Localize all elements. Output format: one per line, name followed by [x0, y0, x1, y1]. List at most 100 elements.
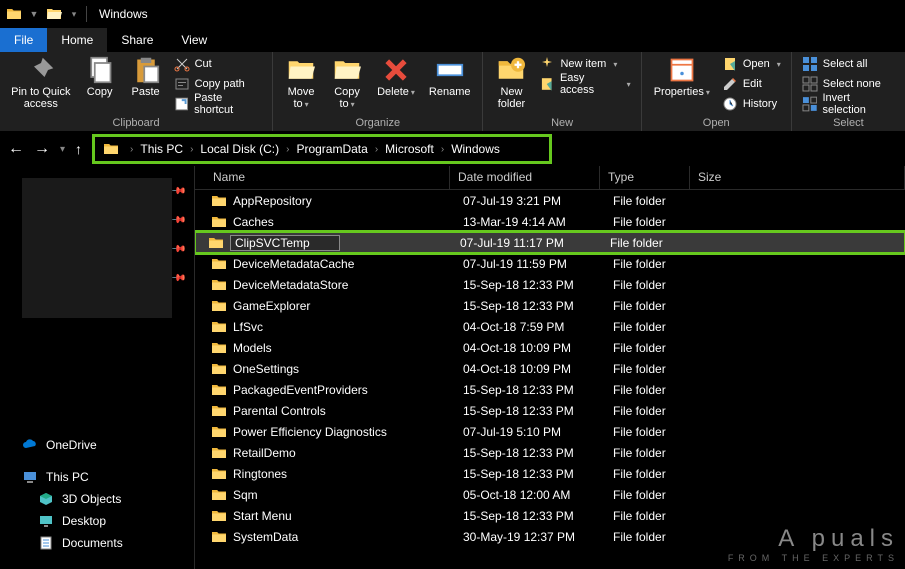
new-folder-button[interactable]: New folder — [489, 54, 533, 112]
file-name: DeviceMetadataStore — [233, 278, 463, 292]
file-row[interactable]: DeviceMetadataStore15-Sep-18 12:33 PMFil… — [195, 274, 905, 295]
file-row[interactable]: PackagedEventProviders15-Sep-18 12:33 PM… — [195, 379, 905, 400]
file-type: File folder — [613, 488, 703, 502]
file-row[interactable]: SystemData30-May-19 12:37 PMFile folder — [195, 526, 905, 547]
file-row[interactable]: Parental Controls15-Sep-18 12:33 PMFile … — [195, 400, 905, 421]
paste-shortcut-button[interactable]: Paste shortcut — [170, 94, 266, 114]
chevron-right-icon[interactable]: › — [281, 144, 294, 155]
file-row[interactable]: LfSvc04-Oct-18 7:59 PMFile folder — [195, 316, 905, 337]
navigation-bar: ← → ▾ ↑ › This PC › Local Disk (C:) › Pr… — [0, 132, 905, 166]
sidebar-this-pc[interactable]: This PC — [0, 466, 194, 488]
copy-button[interactable]: Copy — [78, 54, 122, 100]
tab-file[interactable]: File — [0, 28, 47, 52]
copy-to-button[interactable]: Copy to▾ — [325, 54, 369, 113]
file-name: RetailDemo — [233, 446, 463, 460]
breadcrumb[interactable]: › This PC › Local Disk (C:) › ProgramDat… — [92, 134, 552, 164]
file-row[interactable]: Ringtones15-Sep-18 12:33 PMFile folder — [195, 463, 905, 484]
file-row[interactable]: Caches13-Mar-19 4:14 AMFile folder — [195, 211, 905, 232]
easy-access-icon — [539, 76, 554, 92]
breadcrumb-item[interactable]: Local Disk (C:) — [198, 142, 281, 156]
move-to-button[interactable]: Move to▾ — [279, 54, 323, 113]
file-row[interactable]: AppRepository07-Jul-19 3:21 PMFile folde… — [195, 190, 905, 211]
file-row[interactable]: ClipSVCTemp07-Jul-19 11:17 PMFile folder — [195, 232, 905, 253]
select-all-button[interactable]: Select all — [798, 54, 899, 74]
move-to-icon — [287, 56, 315, 84]
onedrive-icon — [22, 437, 38, 453]
file-type: File folder — [613, 467, 703, 481]
edit-button[interactable]: Edit — [718, 74, 785, 94]
column-size[interactable]: Size — [690, 166, 905, 189]
group-label-select: Select — [798, 115, 899, 131]
invert-selection-button[interactable]: Invert selection — [798, 94, 899, 114]
file-row[interactable]: Power Efficiency Diagnostics07-Jul-19 5:… — [195, 421, 905, 442]
delete-icon — [382, 56, 410, 84]
rename-button[interactable]: Rename — [423, 54, 477, 100]
select-all-icon — [802, 56, 818, 72]
file-date: 15-Sep-18 12:33 PM — [463, 467, 613, 481]
chevron-right-icon[interactable]: › — [436, 144, 449, 155]
sidebar-documents[interactable]: Documents — [0, 532, 194, 554]
folder-icon — [211, 487, 227, 503]
column-name[interactable]: Name — [195, 166, 450, 189]
up-button[interactable]: ↑ — [75, 141, 82, 157]
group-label-open: Open — [648, 115, 785, 131]
folder-icon — [211, 193, 227, 209]
back-button[interactable]: ← — [8, 140, 24, 158]
properties-button[interactable]: Properties▾ — [648, 54, 716, 101]
recent-locations-button[interactable]: ▾ — [60, 144, 65, 155]
file-date: 07-Jul-19 3:21 PM — [463, 194, 613, 208]
sidebar-desktop[interactable]: Desktop — [0, 510, 194, 532]
folder-icon — [211, 529, 227, 545]
file-list: Name Date modified Type Size AppReposito… — [195, 166, 905, 569]
file-row[interactable]: Sqm05-Oct-18 12:00 AMFile folder — [195, 484, 905, 505]
file-row[interactable]: RetailDemo15-Sep-18 12:33 PMFile folder — [195, 442, 905, 463]
file-row[interactable]: DeviceMetadataCache07-Jul-19 11:59 PMFil… — [195, 253, 905, 274]
chevron-right-icon[interactable]: › — [370, 144, 383, 155]
delete-button[interactable]: Delete▾ — [371, 54, 421, 101]
titlebar-chevron[interactable]: ▼ — [28, 9, 40, 19]
history-icon — [722, 96, 738, 112]
tab-view[interactable]: View — [167, 28, 221, 52]
breadcrumb-item[interactable]: ProgramData — [294, 142, 369, 156]
qat-chevron[interactable]: ▾ — [68, 9, 80, 20]
folder-icon — [211, 298, 227, 314]
select-none-button[interactable]: Select none — [798, 74, 899, 94]
file-name: Models — [233, 341, 463, 355]
new-item-icon — [539, 56, 555, 72]
forward-button[interactable]: → — [34, 140, 50, 158]
file-name: OneSettings — [233, 362, 463, 376]
folder-icon — [211, 214, 227, 230]
file-date: 07-Jul-19 11:59 PM — [463, 257, 613, 271]
easy-access-button[interactable]: Easy access▾ — [535, 74, 634, 94]
column-type[interactable]: Type — [600, 166, 690, 189]
file-date: 15-Sep-18 12:33 PM — [463, 446, 613, 460]
invert-selection-icon — [802, 96, 818, 112]
chevron-right-icon[interactable]: › — [185, 144, 198, 155]
breadcrumb-item[interactable]: This PC — [138, 142, 185, 156]
breadcrumb-item[interactable]: Microsoft — [383, 142, 436, 156]
cut-button[interactable]: Cut — [170, 54, 266, 74]
chevron-right-icon[interactable]: › — [125, 144, 138, 155]
file-row[interactable]: Models04-Oct-18 10:09 PMFile folder — [195, 337, 905, 358]
history-button[interactable]: History — [718, 94, 785, 114]
file-date: 15-Sep-18 12:33 PM — [463, 404, 613, 418]
file-row[interactable]: Start Menu15-Sep-18 12:33 PMFile folder — [195, 505, 905, 526]
breadcrumb-item[interactable]: Windows — [449, 142, 502, 156]
copy-path-button[interactable]: Copy path — [170, 74, 266, 94]
paste-button[interactable]: Paste — [124, 54, 168, 100]
column-headers: Name Date modified Type Size — [195, 166, 905, 190]
column-date[interactable]: Date modified — [450, 166, 600, 189]
tab-home[interactable]: Home — [47, 28, 107, 52]
new-item-button[interactable]: New item▾ — [535, 54, 634, 74]
open-button[interactable]: Open▾ — [718, 54, 785, 74]
file-date: 07-Jul-19 11:17 PM — [460, 236, 610, 250]
folder-icon — [6, 6, 22, 22]
file-row[interactable]: OneSettings04-Oct-18 10:09 PMFile folder — [195, 358, 905, 379]
file-row[interactable]: GameExplorer15-Sep-18 12:33 PMFile folde… — [195, 295, 905, 316]
file-name: LfSvc — [233, 320, 463, 334]
sidebar-onedrive[interactable]: OneDrive — [0, 434, 194, 456]
file-type: File folder — [613, 530, 703, 544]
pin-to-quick-access-button[interactable]: Pin to Quick access — [6, 54, 76, 112]
sidebar-3d-objects[interactable]: 3D Objects — [0, 488, 194, 510]
tab-share[interactable]: Share — [107, 28, 167, 52]
